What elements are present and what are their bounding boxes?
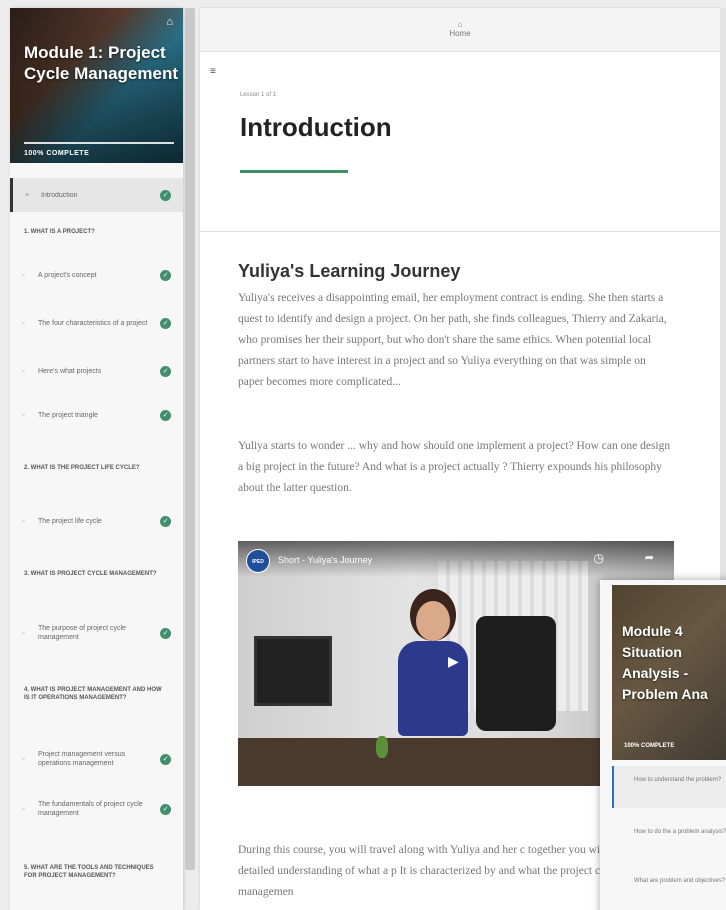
sidebar-menu-icon[interactable]: ⌂ [166,16,173,28]
lesson-icon: ▫ [22,367,25,375]
progress-bar [24,142,174,144]
home-icon[interactable]: ⌂ [458,21,463,29]
sidebar-item[interactable]: ▫ The four characteristics of a project … [10,310,183,336]
sidebar-scrollbar[interactable] [185,8,195,870]
video-scene-chair [476,616,556,731]
lesson-icon: ▫ [22,755,25,763]
sidebar-item-label: The four characteristics of a project [38,319,148,327]
sidebar-item-label: Project management versus operations man… [38,751,126,767]
title-underline [240,170,348,173]
lesson-icon: ▫ [22,411,25,419]
breadcrumb: Lesson 1 of 1 [240,92,277,98]
sidebar-item-label: The project life cycle [38,517,102,525]
sidebar-item-label: The purpose of project cycle management [38,625,126,641]
sidebar-item[interactable]: ▫ The project triangle ✓ [10,406,183,424]
top-bar: ⌂ Home [200,8,720,52]
section-heading: Yuliya's Learning Journey [238,261,461,281]
lesson-icon: ▫ [22,319,25,327]
page-title: Introduction [240,112,392,142]
sidebar-section[interactable]: 2. WHAT IS THE PROJECT LIFE CYCLE? [24,464,163,472]
sidebar-item[interactable]: ▫ Project management versus operations m… [10,746,183,772]
card-item[interactable]: How to do the a problem analysis? [612,828,726,836]
lesson-icon: ▫ [22,271,25,279]
sidebar-hero: ⌂ Module 1: Project Cycle Management 100… [10,8,183,163]
card-title-line: Problem Ana [622,686,708,702]
card-hero: Module 4 Situation Analysis - Problem An… [612,585,726,760]
card-item[interactable]: What are problem and objectives? [612,877,726,885]
module-title: Module 1: Project Cycle Management [24,43,178,83]
course-sidebar: ⌂ Module 1: Project Cycle Management 100… [10,8,183,910]
sidebar-item-label: Here's what projects [38,367,102,375]
video-scene-head [416,601,450,641]
sidebar-section[interactable]: 5. WHAT ARE THE TOOLS AND TECHNIQUES FOR… [24,864,163,880]
play-icon[interactable]: ▶ [448,653,459,670]
card-title-line: Situation [622,644,682,660]
checkmark-icon: ✓ [160,189,171,201]
sidebar-item[interactable]: ▫ A project's concept ✓ [10,266,183,284]
overlay-module-card[interactable]: Module 4 Situation Analysis - Problem An… [600,580,726,910]
checkmark-icon: ✓ [160,409,171,421]
card-title-line: Module 4 [622,623,683,639]
checkmark-icon: ✓ [160,515,171,527]
sidebar-item-label: Introduction [41,191,78,199]
card-title-line: Analysis - [622,665,689,681]
sidebar-item-label: A project's concept [38,271,97,279]
sidebar-item-introduction[interactable]: ≡ Introduction ✓ [10,178,183,212]
card-status: 100% COMPLETE [624,743,675,749]
body-paragraph: Yuliya's receives a disappointing email,… [238,292,667,388]
checkmark-icon: ✓ [160,269,171,281]
channel-logo[interactable]: IPED [246,549,270,573]
checkmark-icon: ✓ [160,753,171,765]
sidebar-section[interactable]: 4. WHAT IS PROJECT MANAGEMENT AND HOW IS… [24,686,163,702]
sidebar-item[interactable]: ▫ Here's what projects ✓ [10,362,183,380]
lesson-icon: ▫ [22,517,25,525]
card-title: Module 4 Situation Analysis - Problem An… [622,621,708,705]
body-paragraph: Yuliya starts to wonder ... why and how … [238,440,671,494]
sidebar-section[interactable]: 3. WHAT IS PROJECT CYCLE MANAGEMENT? [24,570,163,578]
home-link[interactable]: Home [449,29,470,38]
section-divider [200,231,720,232]
card-item-active[interactable]: How to understand the problem? [612,766,726,808]
sidebar-item[interactable]: ▫ The fundamentals of project cycle mana… [10,796,183,822]
clock-icon[interactable]: ◷ [594,551,604,565]
sidebar-item-label: The project triangle [38,411,98,419]
checkmark-icon: ✓ [160,317,171,329]
video-title[interactable]: Short - Yuliya's Journey [278,555,372,565]
checkmark-icon: ✓ [160,803,171,815]
sidebar-section[interactable]: 1. WHAT IS A PROJECT? [24,228,163,236]
checkmark-icon: ✓ [160,627,171,639]
sidebar-item[interactable]: ▫ The project life cycle ✓ [10,512,183,530]
sidebar-item[interactable]: ▫ The purpose of project cycle managemen… [10,620,183,646]
video-scene-monitor [254,636,332,706]
lesson-icon: ≡ [25,191,30,199]
lesson-icon: ▫ [22,805,25,813]
lesson-icon: ▫ [22,629,25,637]
checkmark-icon: ✓ [160,365,171,377]
module-status: 100% COMPLETE [24,150,90,157]
hamburger-icon[interactable]: ≡ [210,66,216,77]
sidebar-item-label: The fundamentals of project cycle manage… [38,801,143,817]
app-root: ⌂ Module 1: Project Cycle Management 100… [0,0,726,910]
video-scene-plant [376,736,388,758]
share-icon[interactable]: ➦ [645,551,654,564]
